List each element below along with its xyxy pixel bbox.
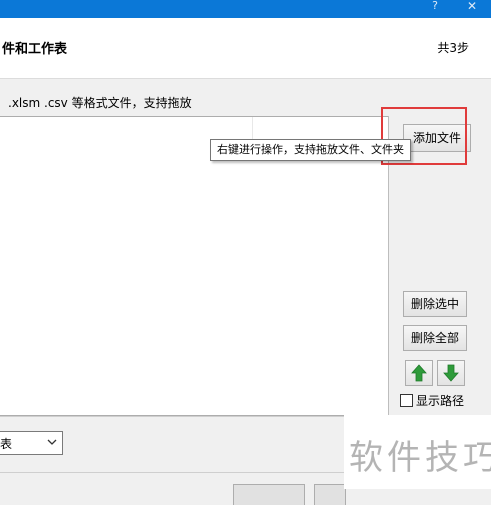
footer-divider <box>0 472 344 473</box>
show-path-label: 显示路径 <box>416 394 465 408</box>
chevron-down-icon <box>47 439 57 445</box>
watermark-text: 软件技巧 <box>349 438 491 478</box>
footer-button[interactable] <box>314 484 346 505</box>
add-file-button[interactable]: 添加文件 <box>403 124 471 152</box>
list-border <box>388 116 389 416</box>
select-value: 表 <box>0 437 13 451</box>
tooltip: 右键进行操作，支持拖放文件、文件夹 <box>210 139 411 161</box>
instruction-text: .xlsm .csv 等格式文件，支持拖放 <box>8 96 192 110</box>
help-icon[interactable]: ? <box>428 0 442 14</box>
sheet-select[interactable]: 表 <box>0 431 63 455</box>
arrow-down-icon <box>443 364 459 382</box>
delete-all-button[interactable]: 删除全部 <box>403 325 467 351</box>
arrow-up-icon <box>411 364 427 382</box>
delete-selected-button[interactable]: 删除选中 <box>403 291 467 317</box>
page-title: 件和工作表 <box>2 42 68 57</box>
wizard-header: 件和工作表 共3步 <box>0 18 491 79</box>
show-path-checkbox[interactable]: 显示路径 <box>400 392 464 409</box>
move-up-button[interactable] <box>405 360 433 386</box>
checkbox-box[interactable] <box>400 394 413 407</box>
title-bar: ? ✕ <box>0 0 491 18</box>
move-down-button[interactable] <box>437 360 465 386</box>
step-indicator: 共3步 <box>437 41 469 55</box>
footer-button[interactable] <box>233 484 305 505</box>
close-icon[interactable]: ✕ <box>465 0 479 14</box>
file-list[interactable] <box>0 116 389 416</box>
